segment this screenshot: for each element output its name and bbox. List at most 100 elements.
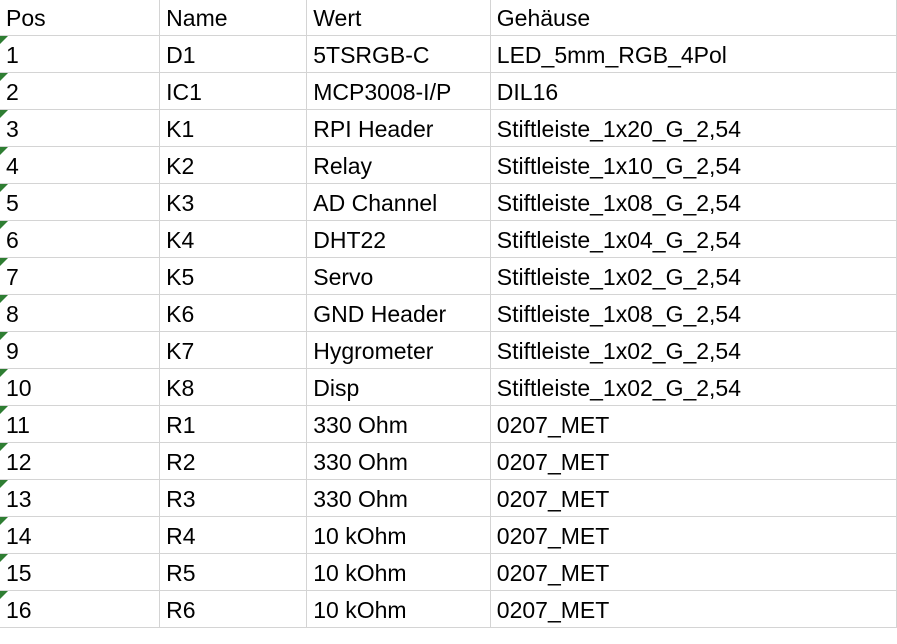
number-as-text-indicator-icon[interactable] <box>0 479 8 488</box>
cell-name[interactable]: D1 <box>159 35 308 73</box>
cell-pos[interactable]: 2 <box>0 72 161 110</box>
cell-pos[interactable]: 5 <box>0 183 161 221</box>
cell-text: IC1 <box>166 78 202 105</box>
cell-text: Stiftleiste_1x02_G_2,54 <box>496 337 742 364</box>
cell-name[interactable]: K6 <box>159 294 308 332</box>
cell-text: R6 <box>166 596 196 623</box>
cell-text: 330 Ohm <box>313 448 408 475</box>
cell-name[interactable]: R5 <box>159 553 308 591</box>
cell-text: 11 <box>6 411 30 438</box>
cell-wert[interactable]: RPI Header <box>306 109 491 147</box>
cell-gehaeuse[interactable]: Stiftleiste_1x02_G_2,54 <box>490 331 897 369</box>
cell-name[interactable]: K3 <box>159 183 308 221</box>
cell-gehaeuse[interactable]: Stiftleiste_1x20_G_2,54 <box>490 109 897 147</box>
number-as-text-indicator-icon[interactable] <box>0 368 8 377</box>
number-as-text-indicator-icon[interactable] <box>0 72 8 81</box>
cell-pos[interactable]: 8 <box>0 294 161 332</box>
cell-name[interactable]: K5 <box>159 257 308 295</box>
cell-gehaeuse[interactable]: Stiftleiste_1x08_G_2,54 <box>490 294 897 332</box>
cell-gehaeuse[interactable]: 0207_MET <box>490 479 897 517</box>
cell-gehaeuse[interactable]: 0207_MET <box>490 405 897 443</box>
number-as-text-indicator-icon[interactable] <box>0 109 8 118</box>
cell-wert[interactable]: 330 Ohm <box>306 479 491 517</box>
number-as-text-indicator-icon[interactable] <box>0 553 8 562</box>
cell-name[interactable]: R1 <box>159 405 308 443</box>
cell-wert[interactable]: DHT22 <box>306 220 491 258</box>
cell-wert[interactable]: Relay <box>306 146 491 184</box>
cell-pos[interactable]: 14 <box>0 516 161 554</box>
cell-pos[interactable]: 9 <box>0 331 161 369</box>
cell-pos[interactable]: 16 <box>0 590 161 628</box>
cell-wert[interactable]: 330 Ohm <box>306 405 491 443</box>
cell-pos[interactable]: 15 <box>0 553 161 591</box>
cell-name[interactable]: R6 <box>159 590 308 628</box>
cell-pos[interactable]: 13 <box>0 479 161 517</box>
cell-gehaeuse[interactable]: 0207_MET <box>490 590 897 628</box>
number-as-text-indicator-icon[interactable] <box>0 220 8 229</box>
number-as-text-indicator-icon[interactable] <box>0 146 8 155</box>
cell-wert[interactable]: 10 kOhm <box>306 553 491 591</box>
cell-pos[interactable]: 11 <box>0 405 161 443</box>
cell-wert[interactable]: 330 Ohm <box>306 442 491 480</box>
cell-wert[interactable]: Hygrometer <box>306 331 491 369</box>
cell-pos[interactable]: 6 <box>0 220 161 258</box>
header-cell-wert[interactable]: Wert <box>306 0 491 36</box>
cell-name[interactable]: R4 <box>159 516 308 554</box>
cell-text: 9 <box>6 337 19 364</box>
cell-gehaeuse[interactable]: 0207_MET <box>490 442 897 480</box>
cell-name[interactable]: K8 <box>159 368 308 406</box>
cell-wert[interactable]: Servo <box>306 257 491 295</box>
cell-text: R5 <box>166 559 196 586</box>
cell-text: Hygrometer <box>313 337 434 364</box>
cell-gehaeuse[interactable]: 0207_MET <box>490 553 897 591</box>
cell-name[interactable]: K4 <box>159 220 308 258</box>
cell-gehaeuse[interactable]: 0207_MET <box>490 516 897 554</box>
cell-pos[interactable]: 3 <box>0 109 161 147</box>
number-as-text-indicator-icon[interactable] <box>0 516 8 525</box>
cell-text: Servo <box>313 263 374 290</box>
cell-wert[interactable]: 10 kOhm <box>306 590 491 628</box>
header-cell-gehaeuse[interactable]: Gehäuse <box>490 0 897 36</box>
cell-gehaeuse[interactable]: Stiftleiste_1x10_G_2,54 <box>490 146 897 184</box>
number-as-text-indicator-icon[interactable] <box>0 35 8 44</box>
number-as-text-indicator-icon[interactable] <box>0 257 8 266</box>
cell-name[interactable]: K2 <box>159 146 308 184</box>
cell-name[interactable]: IC1 <box>159 72 308 110</box>
header-cell-name[interactable]: Name <box>159 0 308 36</box>
cell-pos[interactable]: 7 <box>0 257 161 295</box>
number-as-text-indicator-icon[interactable] <box>0 183 8 192</box>
table-row: 11 R1 330 Ohm 0207_MET <box>0 405 897 443</box>
cell-gehaeuse[interactable]: Stiftleiste_1x04_G_2,54 <box>490 220 897 258</box>
cell-pos[interactable]: 12 <box>0 442 161 480</box>
cell-wert[interactable]: AD Channel <box>306 183 491 221</box>
cell-wert[interactable]: 10 kOhm <box>306 516 491 554</box>
header-cell-pos[interactable]: Pos <box>0 0 161 36</box>
cell-pos[interactable]: 10 <box>0 368 161 406</box>
cell-gehaeuse[interactable]: DIL16 <box>490 72 897 110</box>
number-as-text-indicator-icon[interactable] <box>0 442 8 451</box>
cell-wert[interactable]: 5TSRGB-C <box>306 35 491 73</box>
cell-wert[interactable]: GND Header <box>306 294 491 332</box>
number-as-text-indicator-icon[interactable] <box>0 294 8 303</box>
number-as-text-indicator-icon[interactable] <box>0 331 8 340</box>
cell-name[interactable]: R2 <box>159 442 308 480</box>
cell-text: K8 <box>166 374 195 401</box>
cell-gehaeuse[interactable]: Stiftleiste_1x02_G_2,54 <box>490 368 897 406</box>
cell-text: R4 <box>166 522 196 549</box>
cell-wert[interactable]: Disp <box>306 368 491 406</box>
cell-gehaeuse[interactable]: Stiftleiste_1x02_G_2,54 <box>490 257 897 295</box>
cell-gehaeuse[interactable]: LED_5mm_RGB_4Pol <box>490 35 897 73</box>
cell-wert[interactable]: MCP3008-I/P <box>306 72 491 110</box>
cell-text: 14 <box>6 522 32 549</box>
cell-text: 0207_MET <box>496 522 610 549</box>
number-as-text-indicator-icon[interactable] <box>0 405 8 414</box>
cell-gehaeuse[interactable]: Stiftleiste_1x08_G_2,54 <box>490 183 897 221</box>
cell-text: Disp <box>313 374 360 401</box>
spreadsheet-body: Pos Name Wert Gehäuse 1 D1 5TSRGB-C LED_5mm… <box>0 0 897 628</box>
cell-pos[interactable]: 1 <box>0 35 161 73</box>
cell-name[interactable]: K7 <box>159 331 308 369</box>
number-as-text-indicator-icon[interactable] <box>0 590 8 599</box>
cell-pos[interactable]: 4 <box>0 146 161 184</box>
cell-name[interactable]: R3 <box>159 479 308 517</box>
cell-name[interactable]: K1 <box>159 109 308 147</box>
